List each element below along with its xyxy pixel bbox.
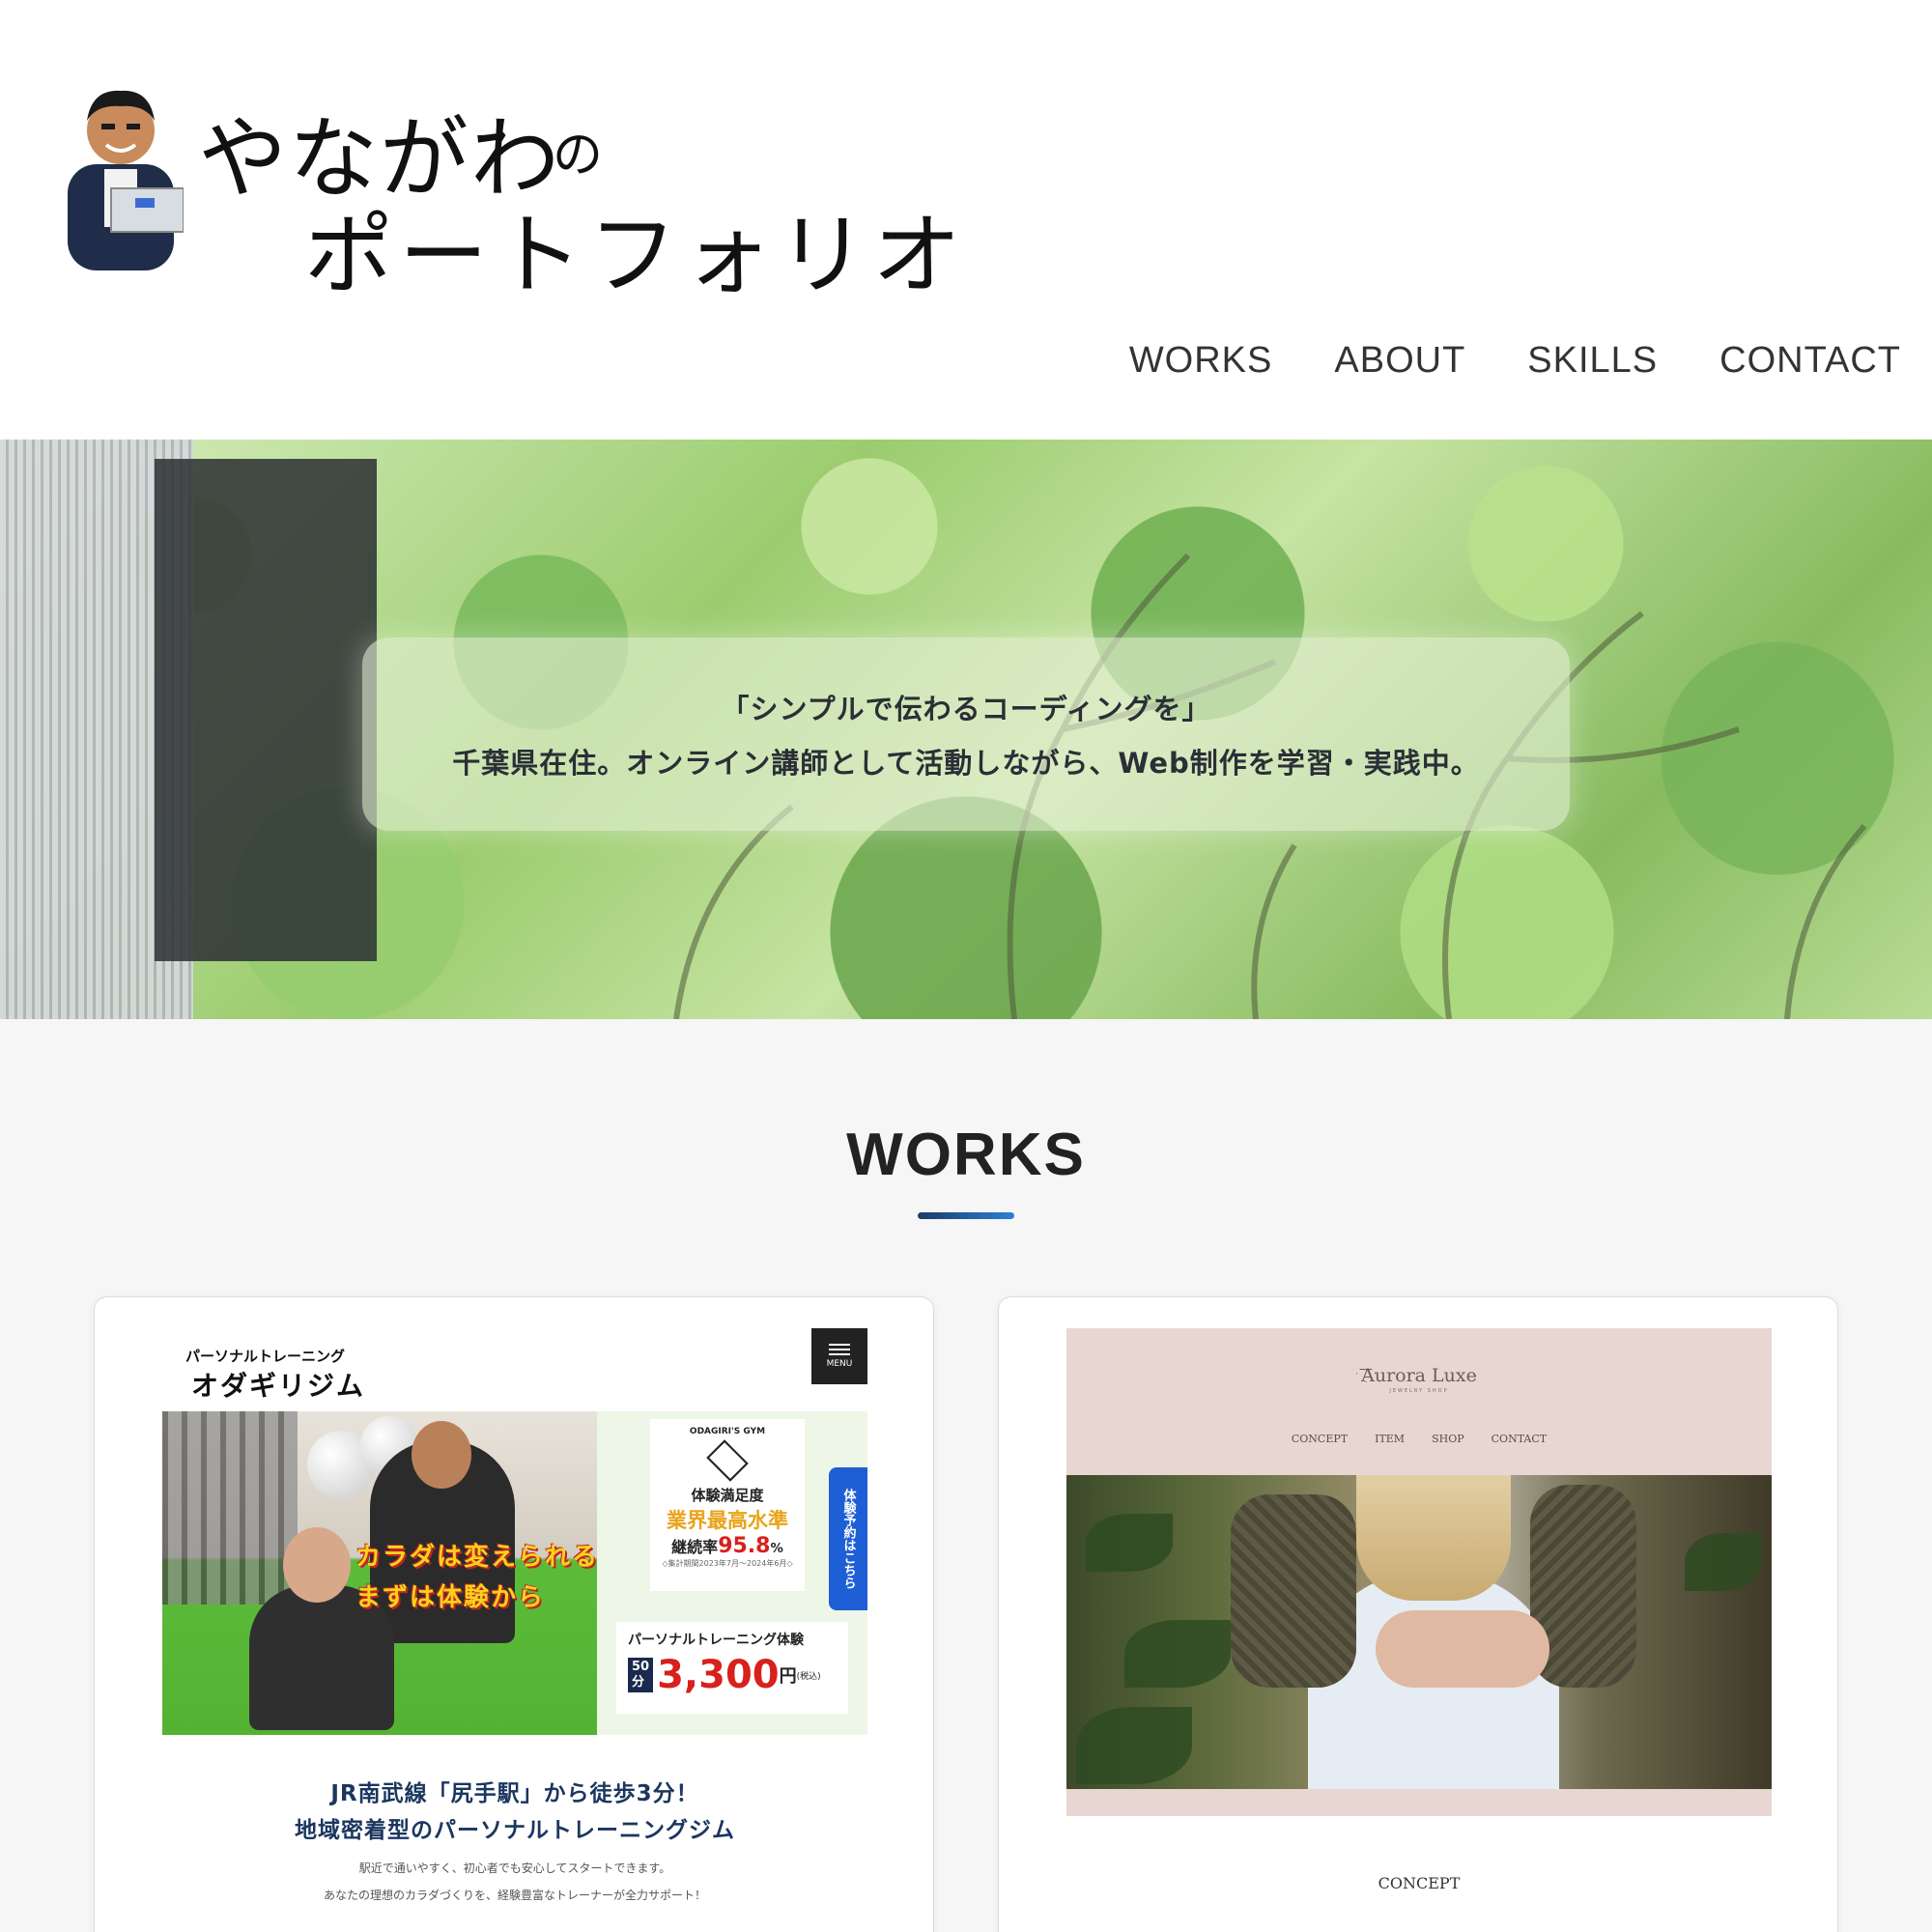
nav-item-skills[interactable]: SKILLS: [1527, 340, 1658, 382]
jewelry-leaf: [1124, 1620, 1231, 1688]
nav-item-contact[interactable]: CONTACT: [1719, 340, 1901, 382]
gym-description-line2: あなたの理想のカラダづくりを、経験豊富なトレーナーが全力サポート！: [323, 1889, 706, 1902]
gym-reserve-tab: 体験予約はこちら: [829, 1467, 867, 1610]
hero-intro: 千葉県在住。オンライン講師として活動しながら、Web制作を学習・実践中。: [452, 747, 1480, 780]
page: やながわ の ポートフォリオ WORKS ABOUT SKILLS CONTAC…: [0, 0, 1932, 1932]
gym-subheading-line2: 地域密着型のパーソナルトレーニングジム: [295, 1818, 735, 1843]
jewelry-nav-contact: CONTACT: [1491, 1433, 1548, 1445]
avatar-illustration: [68, 90, 184, 270]
main-nav: WORKS ABOUT SKILLS CONTACT: [1129, 340, 1901, 382]
gym-price-minutes-unit: 分: [632, 1675, 645, 1690]
jewelry-model-hands: [1376, 1610, 1549, 1688]
gym-price-yen: 円: [779, 1666, 797, 1687]
gym-hero-copy-line2: まずは体験から: [355, 1583, 546, 1612]
jewelry-leaf: [1076, 1707, 1192, 1784]
jewelry-nav-item: ITEM: [1375, 1433, 1406, 1445]
gym-brand-name: オダギリジム: [191, 1370, 366, 1402]
jewelry-nav-shop: SHOP: [1432, 1433, 1464, 1445]
gym-client-head: [283, 1527, 351, 1603]
gym-trainer-head: [412, 1421, 471, 1489]
jewelry-logo: Aurora Luxe: [1361, 1365, 1477, 1386]
hero-catchphrase: 「シンプルで伝わるコーディングを」: [721, 693, 1211, 725]
gym-badge-name: ODAGIRI'S GYM: [689, 1427, 766, 1436]
gym-hero-copy: カラダは変えられる！ まずは体験から: [355, 1537, 626, 1618]
work-card-jewelry[interactable]: Aurora Luxe JEWELRY SHOP CONCEPT ITEM SH…: [998, 1296, 1838, 1932]
jewelry-concept-label: CONCEPT: [1378, 1874, 1461, 1892]
gym-price-tax: (税込): [796, 1671, 821, 1682]
gym-retention-unit: %: [770, 1542, 783, 1556]
gym-top-level: 業界最高水準: [667, 1509, 788, 1532]
jewelry-logo-sub: JEWELRY SHOP: [1389, 1388, 1449, 1394]
gym-retention-label: 継続率: [671, 1538, 719, 1556]
gym-hero-copy-line1: カラダは変えられる！: [355, 1543, 627, 1572]
gym-machine-image: [162, 1411, 298, 1605]
gym-subheading-line1: JR南武線「尻手駅」から徒歩3分！: [330, 1781, 699, 1806]
site-logo[interactable]: やながわ の ポートフォリオ: [58, 77, 961, 307]
hero-section: 「シンプルで伝わるコーディングを」 千葉県在住。オンライン講師として活動しながら…: [0, 440, 1932, 1019]
gym-hero-info: ODAGIRI'S GYM 体験満足度 業界最高水準 継続率95.8% ◇集計期…: [597, 1411, 867, 1735]
gym-hero-image: カラダは変えられる！ まずは体験から ODAGIRI'S GYM 体験満足度 業…: [162, 1411, 867, 1735]
logo-title-line2: ポートフォリオ: [304, 204, 968, 307]
gym-price-box: パーソナルトレーニング体験 50 分 3,300 円 (税込): [616, 1622, 848, 1714]
work-card-gym[interactable]: パーソナルトレーニング オダギリジム MENU カラダは変えられる！ まずは体験…: [94, 1296, 934, 1932]
gym-site-screenshot: パーソナルトレーニング オダギリジム MENU カラダは変えられる！ まずは体験…: [162, 1328, 867, 1932]
site-header: やながわ の ポートフォリオ WORKS ABOUT SKILLS CONTAC…: [0, 0, 1932, 440]
nav-item-works[interactable]: WORKS: [1129, 340, 1273, 382]
gym-retention: 継続率95.8%: [650, 1534, 805, 1558]
gym-price-minutes-value: 50: [632, 1660, 650, 1674]
hamburger-icon: [829, 1344, 850, 1355]
gym-retention-value: 95.8: [718, 1534, 771, 1558]
logo-title-particle: の: [553, 127, 604, 185]
gym-menu-button: MENU: [811, 1328, 867, 1384]
jewelry-hero-photo: [1066, 1475, 1772, 1789]
gym-price-minutes: 50 分: [628, 1658, 654, 1692]
works-heading-underline: [918, 1212, 1014, 1219]
gym-satisfaction-label: 体験満足度: [691, 1487, 764, 1504]
gym-period: ◇集計期間2023年7月～2024年6月◇: [662, 1559, 793, 1568]
jewelry-nav: CONCEPT ITEM SHOP CONTACT: [1066, 1433, 1772, 1445]
jewelry-leaf: [1086, 1514, 1173, 1572]
gym-satisfaction-badge: ODAGIRI'S GYM 体験満足度 業界最高水準 継続率95.8% ◇集計期…: [650, 1419, 805, 1591]
jewelry-nav-concept: CONCEPT: [1291, 1433, 1349, 1445]
gym-brand-tagline: パーソナルトレーニング: [185, 1348, 346, 1365]
jewelry-site-screenshot: Aurora Luxe JEWELRY SHOP CONCEPT ITEM SH…: [1066, 1328, 1772, 1816]
gym-price-amount: 3,300: [657, 1653, 780, 1697]
gym-emblem-icon: [706, 1439, 749, 1482]
gym-menu-label: MENU: [826, 1359, 853, 1369]
jewelry-model-hair: [1356, 1475, 1511, 1601]
works-heading: WORKS: [846, 1122, 1086, 1188]
gym-description-line1: 駅近で通いやすく、初心者でも安心してスタートできます。: [358, 1861, 671, 1875]
hero-message-box: 「シンプルで伝わるコーディングを」 千葉県在住。オンライン講師として活動しながら…: [362, 638, 1570, 831]
gym-price-row: 50 分 3,300 円 (税込): [628, 1653, 837, 1697]
gym-price-label: パーソナルトレーニング体験: [628, 1633, 804, 1648]
nav-item-about[interactable]: ABOUT: [1334, 340, 1465, 382]
jewelry-leaf: [1685, 1533, 1762, 1591]
works-section: WORKS パーソナルトレーニング オダギリジム MENU カラダは変えられる！…: [0, 1019, 1932, 1932]
jewelry-model-sleeve-left: [1231, 1494, 1356, 1688]
